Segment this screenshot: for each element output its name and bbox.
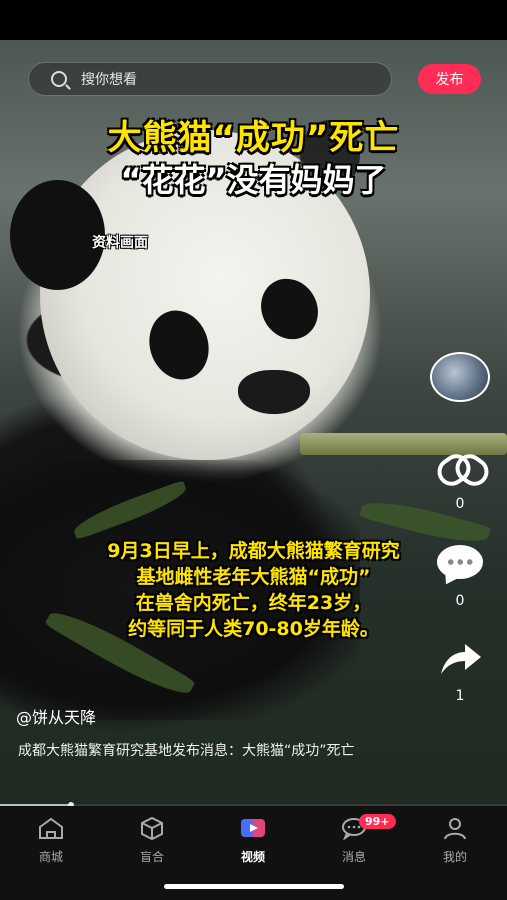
like-button[interactable]: 0 — [430, 450, 490, 512]
share-button[interactable]: 1 — [430, 640, 490, 704]
author-avatar[interactable] — [430, 352, 490, 402]
caption-line: 约等同于人类70-80岁年龄。 — [128, 618, 379, 640]
video-headline-line2: “花花”没有妈妈了 — [120, 161, 387, 199]
publish-button[interactable]: 发布 — [418, 64, 481, 94]
like-count: 0 — [455, 496, 465, 512]
tab-label: 商城 — [38, 850, 63, 864]
share-icon — [441, 644, 481, 674]
caption-line: 基地雌性老年大熊猫“成功” — [136, 566, 371, 588]
tab-label: 我的 — [442, 850, 467, 864]
comment-icon — [437, 545, 483, 579]
tab-label: 消息 — [341, 850, 366, 864]
share-count: 1 — [455, 688, 465, 704]
home-indicator[interactable] — [164, 884, 344, 889]
video-headline-line1: 大熊猫“成功”死亡 — [107, 118, 400, 158]
panda-nose — [238, 370, 310, 414]
archive-footage-label: 资料画面 — [92, 235, 148, 251]
box-icon — [141, 816, 163, 841]
tab-video[interactable]: 视频 — [218, 816, 288, 865]
tab-profile[interactable]: 我的 — [420, 816, 490, 865]
search-placeholder: 搜你想看 — [81, 72, 137, 88]
video-icon — [241, 819, 265, 837]
user-handle[interactable]: @饼从天降 — [16, 704, 96, 728]
tab-messages[interactable]: 99+ 消息 — [319, 814, 396, 865]
message-count-badge: 99+ — [359, 814, 396, 829]
caption-line: 9月3日早上，成都大熊猫繁育研究 — [107, 540, 400, 562]
post-description: 成都大熊猫繁育研究基地发布消息：大熊猫“成功”死亡 — [18, 743, 355, 759]
comment-count: 0 — [455, 593, 465, 609]
comment-button[interactable]: 0 — [430, 545, 490, 609]
heart-icon — [435, 450, 485, 490]
tab-label: 盲合 — [139, 850, 164, 864]
search-icon — [51, 71, 67, 87]
tab-label: 视频 — [240, 850, 265, 864]
profile-icon — [444, 818, 466, 840]
tab-store[interactable]: 商城 — [16, 816, 86, 865]
tab-blind-box[interactable]: 盲合 — [117, 816, 187, 865]
search-input[interactable]: 搜你想看 — [28, 62, 392, 96]
video-caption: 9月3日早上，成都大熊猫繁育研究 基地雌性老年大熊猫“成功” 在兽舍内死亡，终年… — [20, 538, 487, 642]
store-icon — [39, 817, 63, 839]
caption-line: 在兽舍内死亡，终年23岁， — [135, 592, 372, 614]
